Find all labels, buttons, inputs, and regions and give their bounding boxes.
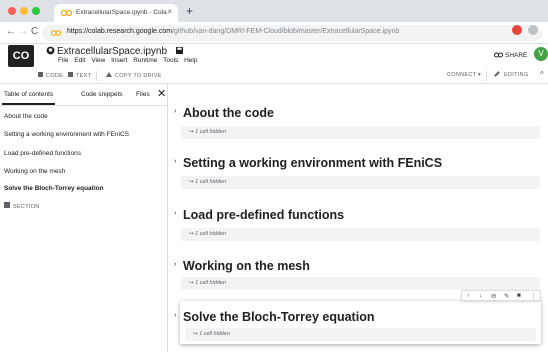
hidden-cells-label: ↪ 1 cell hidden	[189, 231, 227, 237]
avatar[interactable]: V	[534, 47, 548, 61]
copy-to-drive-label: COPY TO DRIVE	[115, 73, 162, 79]
share-label: SHARE	[505, 52, 528, 59]
url-input[interactable]: https://colab.research.google.com/github…	[42, 25, 542, 41]
add-text-button[interactable]: TEXT	[68, 72, 91, 79]
colab-header: CO ExtracellularSpace.ipynb File Edit Vi…	[0, 44, 548, 68]
delete-icon[interactable]: ■	[517, 292, 521, 299]
menu-insert[interactable]: Insert	[111, 57, 127, 64]
back-button[interactable]: ←	[6, 26, 16, 37]
toc-item-load-functions[interactable]: Load pre-defined functions	[4, 150, 81, 157]
collapse-arrow-icon[interactable]: ›	[174, 210, 176, 217]
menu-file[interactable]: File	[58, 57, 68, 64]
menu-edit[interactable]: Edit	[74, 57, 85, 64]
hidden-cells-bar[interactable]: ↪ 1 cell hidden	[181, 277, 540, 290]
colab-logo[interactable]: CO	[8, 45, 34, 67]
section-heading: Solve the Bloch-Torrey equation	[183, 310, 375, 324]
plus-box-icon	[38, 72, 43, 77]
plus-box-icon	[4, 202, 10, 208]
collapse-arrow-icon[interactable]: ›	[174, 158, 176, 165]
collapse-header-icon[interactable]: ^	[540, 70, 544, 79]
browser-address-bar: ← → C https://colab.research.google.com/…	[0, 22, 548, 44]
editing-mode-button[interactable]: EDITING	[494, 71, 529, 78]
copy-to-drive-button[interactable]: COPY TO DRIVE	[106, 72, 162, 79]
profile-icon[interactable]	[528, 25, 538, 35]
window-minimize-button[interactable]	[20, 7, 28, 15]
add-code-label: CODE	[46, 73, 64, 79]
hidden-cells-label: ↪ 1 cell hidden	[193, 331, 231, 337]
browser-tab-title: ExtracellularSpace.ipynb - Cola	[76, 9, 167, 16]
move-up-icon[interactable]: ↑	[467, 292, 470, 299]
github-icon	[46, 46, 55, 55]
collapse-arrow-icon[interactable]: ›	[174, 312, 176, 319]
hidden-cells-bar[interactable]: ↪ 1 cell hidden	[181, 228, 540, 241]
add-text-label: TEXT	[76, 73, 92, 79]
hidden-cells-label: ↪ 1 cell hidden	[189, 280, 227, 286]
sidebar: Table of contents Code snippets Files ✕ …	[0, 84, 168, 352]
add-section-button[interactable]: SECTION	[4, 202, 40, 210]
url-host: https://colab.research.google.com	[67, 28, 173, 35]
reload-button[interactable]: C	[31, 26, 38, 37]
add-code-button[interactable]: CODE	[38, 72, 63, 79]
window-maximize-button[interactable]	[32, 7, 40, 15]
notebook-area: › About the code ↪ 1 cell hidden › Setti…	[169, 84, 548, 352]
editing-label: EDITING	[504, 72, 529, 78]
colab-favicon-icon	[61, 9, 72, 17]
share-button[interactable]: SHARE	[494, 52, 527, 59]
hidden-cells-bar[interactable]: ↪ 1 cell hidden	[185, 328, 536, 341]
section-heading: Setting a working environment with FEniC…	[183, 156, 443, 170]
hidden-cells-label: ↪ 1 cell hidden	[189, 179, 227, 185]
menu-tools[interactable]: Tools	[163, 57, 178, 64]
toc-item-about[interactable]: About the code	[4, 113, 48, 120]
notebook-title[interactable]: ExtracellularSpace.ipynb	[57, 46, 167, 57]
tab-close-icon[interactable]: ×	[167, 7, 172, 16]
section-heading: Load pre-defined functions	[183, 208, 345, 222]
notebook-toolbar: CODE TEXT COPY TO DRIVE CONNECT ▾ EDITIN…	[0, 68, 548, 84]
more-options-icon[interactable]: ⋮	[530, 292, 537, 300]
toc-item-bloch-torrey[interactable]: Solve the Bloch-Torrey equation	[4, 185, 104, 192]
hidden-cells-label: ↪ 1 cell hidden	[189, 129, 227, 135]
browser-tab-bar: ExtracellularSpace.ipynb - Cola × +	[0, 0, 548, 22]
link-icon	[494, 52, 503, 58]
toc-item-setting-environment[interactable]: Setting a working environment with FEniC…	[4, 131, 129, 138]
move-down-icon[interactable]: ↓	[479, 292, 482, 299]
connect-label: CONNECT	[447, 72, 477, 78]
new-tab-button[interactable]: +	[186, 4, 193, 18]
extension-icon[interactable]	[512, 25, 522, 35]
notebook-title-row: ExtracellularSpace.ipynb	[46, 46, 183, 57]
chevron-down-icon: ▾	[478, 72, 482, 78]
toolbar-divider	[486, 71, 487, 81]
save-icon[interactable]	[175, 47, 183, 54]
connect-button[interactable]: CONNECT ▾	[447, 72, 481, 78]
section-heading: About the code	[183, 106, 274, 120]
close-icon[interactable]: ✕	[157, 87, 166, 100]
url-path: /github/van-dang/DMRI-FEM-Cloud/blob/mas…	[172, 28, 400, 35]
toolbar-divider	[96, 71, 97, 81]
tab-files[interactable]: Files	[136, 91, 150, 98]
tab-table-of-contents[interactable]: Table of contents	[1, 91, 56, 105]
tab-code-snippets[interactable]: Code snippets	[81, 91, 123, 98]
menu-help[interactable]: Help	[184, 57, 197, 64]
link-icon[interactable]: ⊖	[491, 292, 496, 300]
forward-button[interactable]: →	[18, 26, 28, 37]
add-section-label: SECTION	[13, 204, 40, 210]
browser-tab[interactable]: ExtracellularSpace.ipynb - Cola ×	[54, 4, 178, 22]
hidden-cells-bar[interactable]: ↪ 1 cell hidden	[181, 176, 540, 189]
menu-bar: File Edit View Insert Runtime Tools Help	[58, 57, 201, 64]
url-text: https://colab.research.google.com/github…	[67, 28, 399, 35]
menu-runtime[interactable]: Runtime	[133, 57, 157, 64]
sidebar-tabs: Table of contents Code snippets Files ✕	[0, 84, 168, 106]
collapse-arrow-icon[interactable]: ›	[174, 261, 176, 268]
plus-box-icon	[68, 72, 73, 77]
section-heading: Working on the mesh	[183, 259, 310, 273]
cell-toolbar: ↑ ↓ ⊖ ✎ ■ ⋮	[461, 290, 541, 301]
menu-view[interactable]: View	[91, 57, 105, 64]
edit-icon[interactable]: ✎	[504, 292, 509, 300]
pencil-icon	[494, 71, 500, 77]
window-close-button[interactable]	[8, 7, 16, 15]
collapse-arrow-icon[interactable]: ›	[174, 108, 176, 115]
hidden-cells-bar[interactable]: ↪ 1 cell hidden	[181, 126, 540, 139]
drive-icon	[106, 72, 112, 77]
colab-favicon-icon	[51, 30, 61, 36]
toc-item-working-mesh[interactable]: Working on the mesh	[4, 168, 65, 175]
